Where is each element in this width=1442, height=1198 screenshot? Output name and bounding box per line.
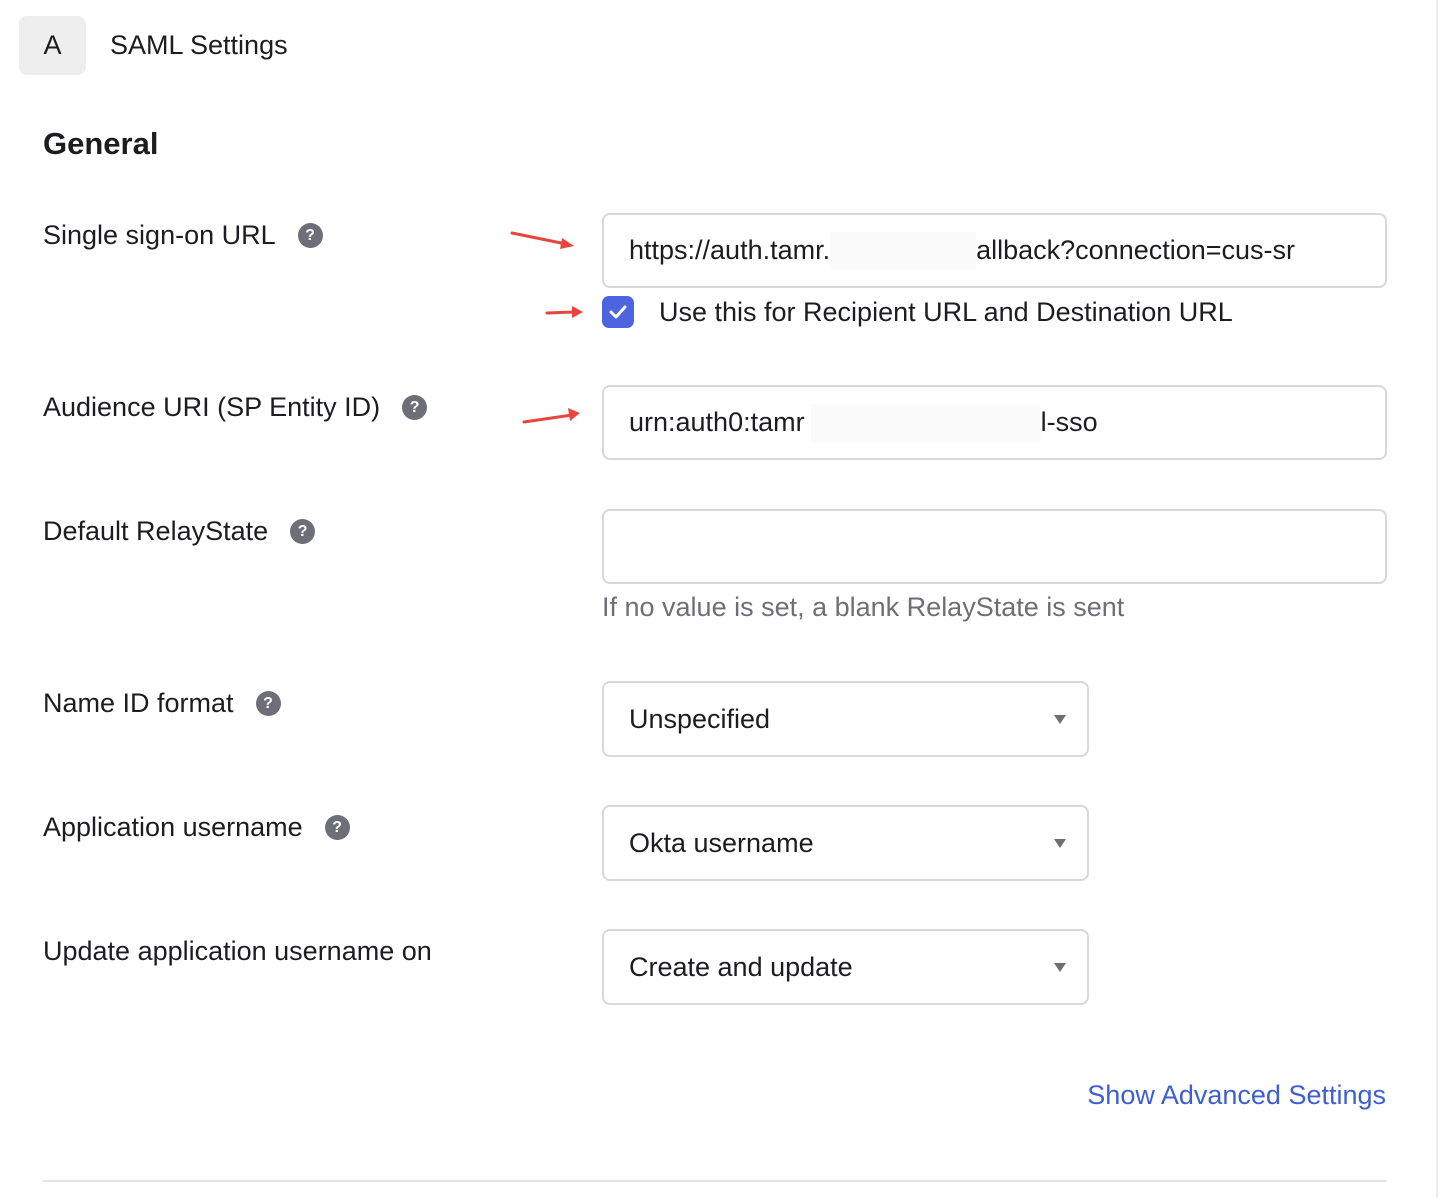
audience-uri-value-start: urn:auth0:tamr	[629, 407, 805, 437]
saml-settings-page: A SAML Settings General Single sign-on U…	[0, 0, 1442, 1198]
red-arrow-annotation	[522, 408, 580, 424]
recipient-url-checkbox-label: Use this for Recipient URL and Destinati…	[659, 296, 1233, 327]
redacted-region	[830, 231, 977, 270]
update-username-label: Update application username on	[43, 936, 432, 966]
red-arrow-annotation	[510, 231, 574, 249]
caret-down-icon	[1054, 839, 1066, 848]
step-badge: A	[19, 16, 86, 75]
sso-url-label: Single sign-on URL	[43, 220, 276, 250]
question-circle-icon[interactable]: ?	[402, 395, 428, 420]
app-username-select[interactable]: Okta username	[602, 805, 1089, 881]
step-header: A SAML Settings	[19, 16, 288, 75]
sso-url-label-row: Single sign-on URL ?	[43, 220, 323, 251]
name-id-format-select[interactable]: Unspecified	[602, 681, 1089, 757]
audience-uri-label-row: Audience URI (SP Entity ID) ?	[43, 392, 428, 423]
sso-url-value-start: https://auth.tamr.	[629, 235, 831, 265]
section-title-general: General	[43, 126, 159, 161]
page-title: SAML Settings	[110, 30, 288, 60]
update-username-label-row: Update application username on	[43, 936, 432, 967]
relay-state-input[interactable]	[602, 509, 1387, 584]
caret-down-icon	[1054, 963, 1066, 972]
audience-uri-label: Audience URI (SP Entity ID)	[43, 392, 381, 422]
question-circle-icon[interactable]: ?	[297, 223, 323, 248]
name-id-format-selected: Unspecified	[629, 703, 771, 734]
caret-down-icon	[1054, 715, 1066, 724]
app-username-label: Application username	[43, 812, 303, 842]
checkmark-icon	[609, 305, 627, 319]
app-username-label-row: Application username ?	[43, 812, 350, 843]
question-circle-icon[interactable]: ?	[255, 691, 281, 716]
sso-url-value-end: allback?connection=cus-sr	[976, 235, 1296, 265]
relay-state-label: Default RelayState	[43, 516, 269, 546]
show-advanced-settings-link[interactable]: Show Advanced Settings	[1087, 1080, 1386, 1111]
update-username-select[interactable]: Create and update	[602, 929, 1089, 1005]
recipient-url-checkbox[interactable]	[602, 296, 634, 328]
redacted-region	[810, 403, 1041, 442]
name-id-format-label: Name ID format	[43, 688, 234, 718]
sso-url-input[interactable]: https://auth.tamr. allback?connection=cu…	[602, 213, 1387, 288]
question-circle-icon[interactable]: ?	[290, 519, 316, 544]
question-circle-icon[interactable]: ?	[324, 815, 350, 840]
update-username-selected: Create and update	[629, 951, 853, 982]
app-username-selected: Okta username	[629, 827, 814, 858]
section-divider	[43, 1180, 1387, 1182]
name-id-format-label-row: Name ID format ?	[43, 688, 281, 719]
recipient-url-checkbox-row: Use this for Recipient URL and Destinati…	[602, 296, 1233, 328]
relay-state-helper-text: If no value is set, a blank RelayState i…	[602, 592, 1125, 622]
relay-state-label-row: Default RelayState ?	[43, 516, 316, 547]
red-arrow-annotation	[545, 306, 583, 318]
audience-uri-value-end: l-sso	[1040, 407, 1098, 437]
audience-uri-input[interactable]: urn:auth0:tamr l-sso	[602, 385, 1387, 460]
panel-edge	[1436, 0, 1438, 1198]
